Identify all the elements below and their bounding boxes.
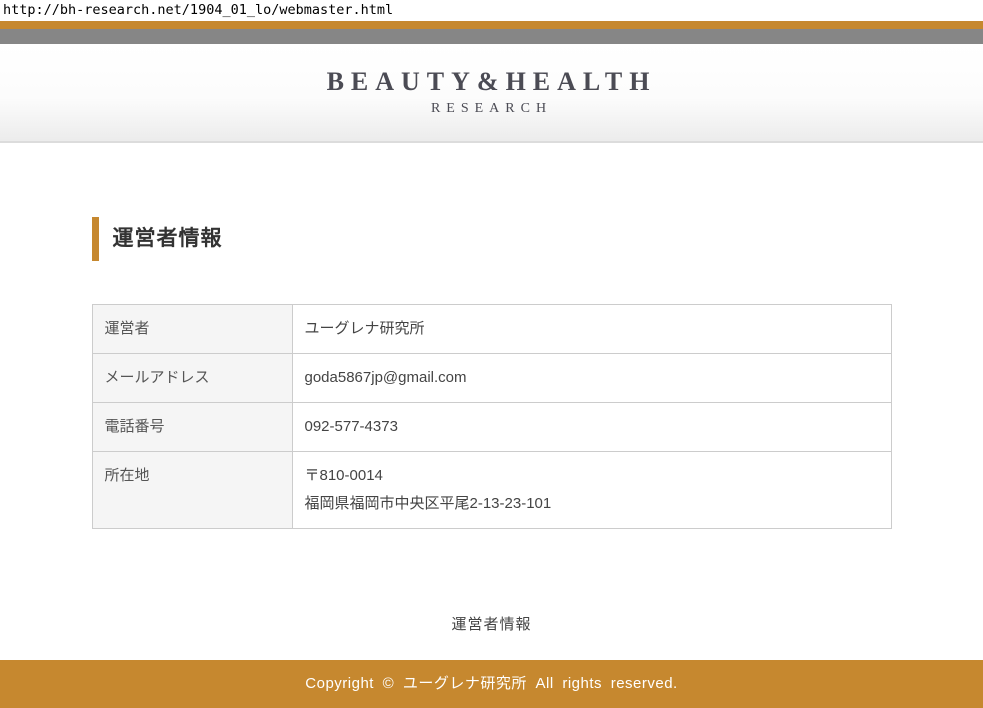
operator-info-table: 運営者 ユーグレナ研究所 メールアドレス goda5867jp@gmail.co… xyxy=(92,304,892,529)
gray-strip xyxy=(0,29,983,44)
site-logo[interactable]: BEAUTY&HEALTH RESEARCH xyxy=(327,44,657,117)
address-postal-code: 〒810-0014 xyxy=(305,462,879,490)
row-value-email: goda5867jp@gmail.com xyxy=(292,354,891,403)
row-value-address: 〒810-0014 福岡県福岡市中央区平尾2-13-23-101 xyxy=(292,452,891,529)
address-street: 福岡県福岡市中央区平尾2-13-23-101 xyxy=(305,490,879,518)
url-bar: http://bh-research.net/1904_01_lo/webmas… xyxy=(0,0,983,21)
table-row-operator: 運営者 ユーグレナ研究所 xyxy=(92,305,891,354)
logo-sub-text: RESEARCH xyxy=(327,101,657,117)
row-label-email: メールアドレス xyxy=(92,354,292,403)
site-header: BEAUTY&HEALTH RESEARCH xyxy=(0,44,983,143)
row-label-operator: 運営者 xyxy=(92,305,292,354)
table-row-phone: 電話番号 092-577-4373 xyxy=(92,403,891,452)
row-value-operator: ユーグレナ研究所 xyxy=(292,305,891,354)
row-label-phone: 電話番号 xyxy=(92,403,292,452)
copyright-bar: Copyright © ユーグレナ研究所 All rights reserved… xyxy=(0,660,983,708)
table-row-address: 所在地 〒810-0014 福岡県福岡市中央区平尾2-13-23-101 xyxy=(92,452,891,529)
row-value-phone: 092-577-4373 xyxy=(292,403,891,452)
row-label-address: 所在地 xyxy=(92,452,292,529)
footer-nav-link-operator-info[interactable]: 運営者情報 xyxy=(451,616,531,633)
main-content: 運営者情報 運営者 ユーグレナ研究所 メールアドレス goda5867jp@gm… xyxy=(92,217,892,634)
accent-strip xyxy=(0,21,983,29)
page-title: 運営者情報 xyxy=(92,217,892,261)
logo-main-text: BEAUTY&HEALTH xyxy=(327,67,657,97)
footer-nav: 運営者情報 xyxy=(92,613,892,634)
table-row-email: メールアドレス goda5867jp@gmail.com xyxy=(92,354,891,403)
